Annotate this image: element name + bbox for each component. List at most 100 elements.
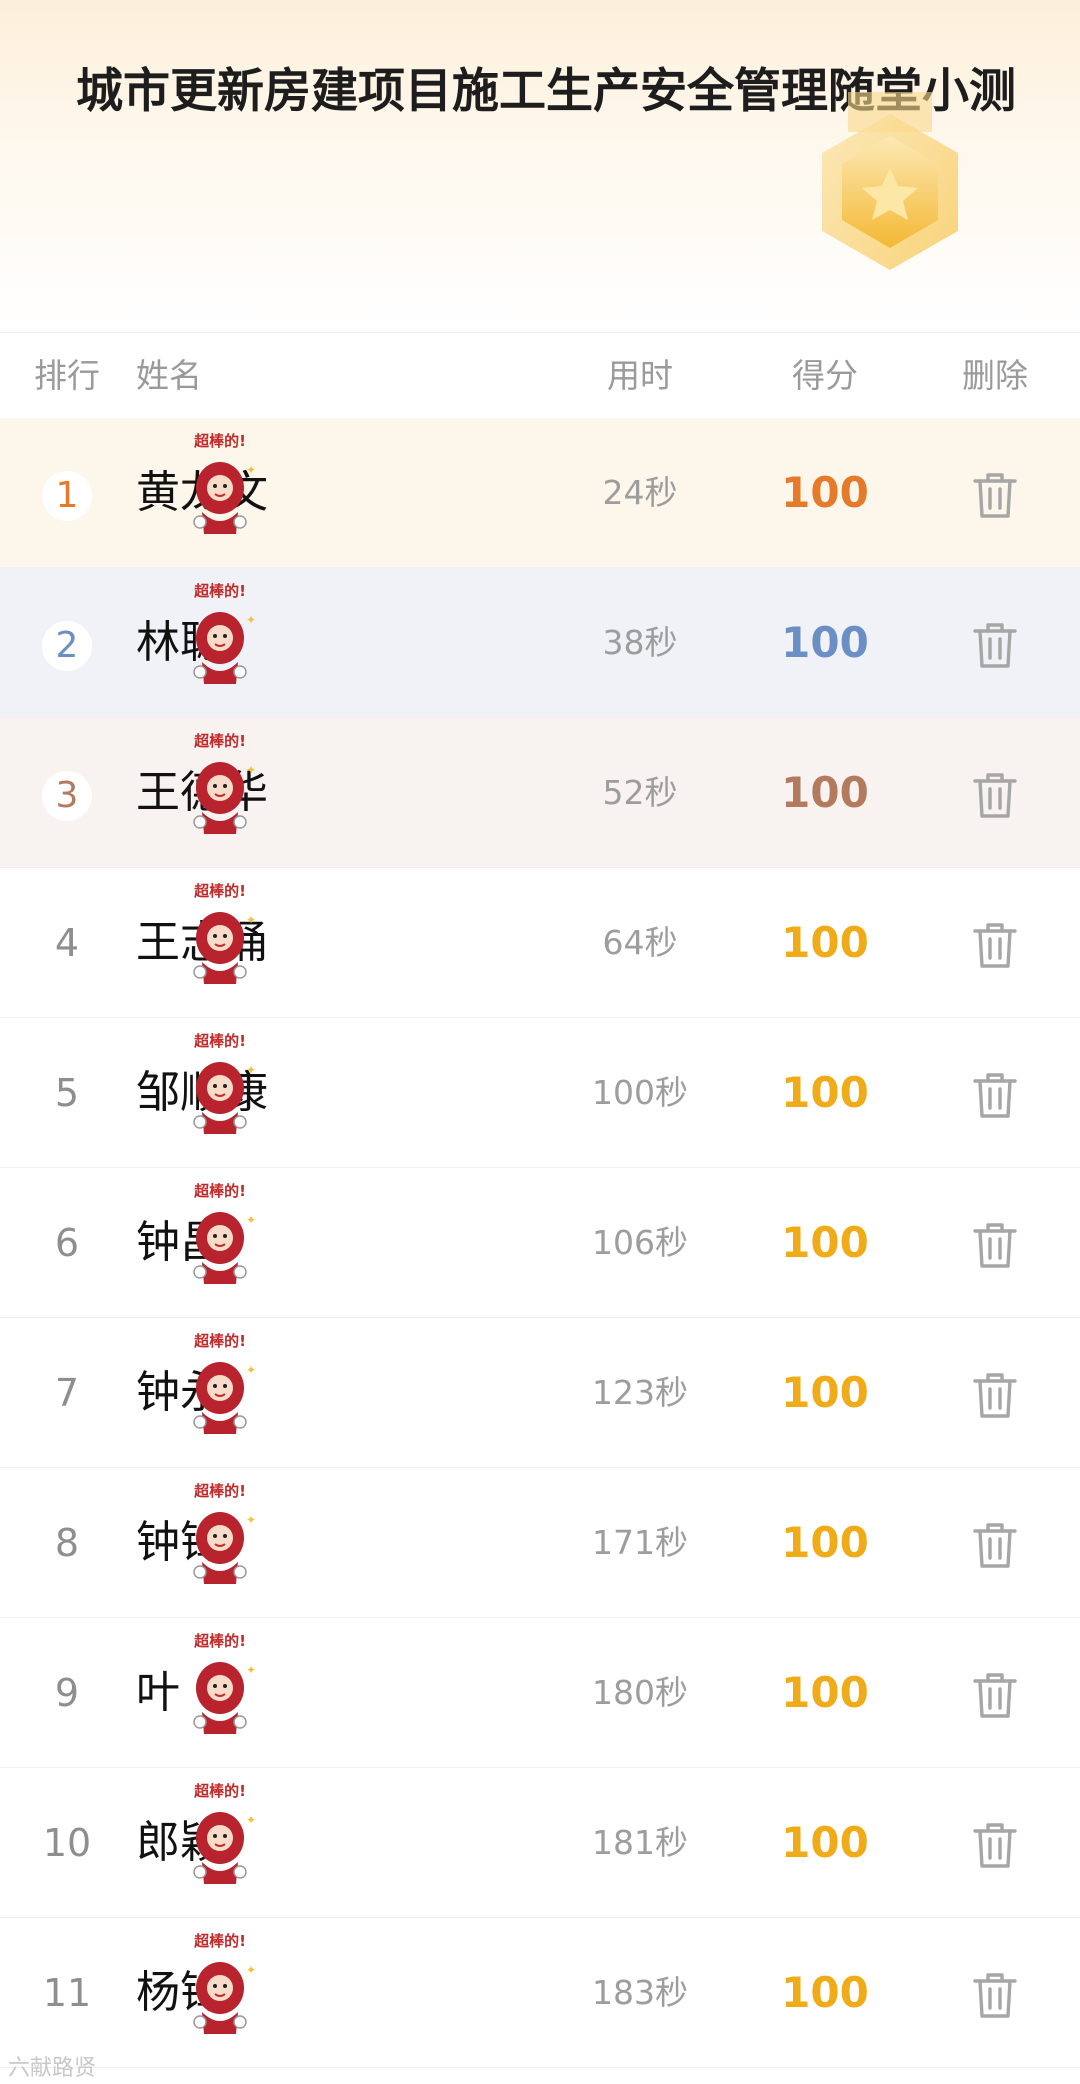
participant-name: 钟锋 超棒的! ✦ (136, 1468, 256, 1618)
participant-name: 钟永 超棒的! ✦ (136, 1318, 256, 1468)
rank-number: 3 (42, 770, 92, 821)
rank-cell: 1 (0, 418, 134, 568)
rank-number: 2 (42, 620, 92, 671)
svg-text:✦: ✦ (246, 913, 256, 927)
header-name: 姓名 (136, 356, 202, 395)
mascot-sticker: 超棒的!✦ (193, 732, 256, 834)
score-cell: 100 (781, 1818, 869, 1867)
mascot-sticker: 超棒的!✦ (193, 1932, 256, 2034)
table-header: 排行 姓名 用时 得分 删除 (0, 332, 1080, 418)
score-cell: 100 (781, 1368, 869, 1417)
svg-text:✦: ✦ (246, 1213, 256, 1227)
rank-number: 6 (54, 1221, 80, 1265)
participant-name: 王志涌超棒的!✦ (136, 868, 268, 1018)
time-cell: 180秒 (592, 1673, 688, 1712)
svg-text:超棒的!: 超棒的! (193, 1632, 246, 1650)
trash-icon[interactable] (970, 920, 1020, 970)
header-score: 得分 (792, 356, 858, 395)
participant-name: 王德华超棒的!✦ (136, 718, 268, 868)
header-rank: 排行 (34, 356, 100, 395)
trash-icon[interactable] (970, 1520, 1020, 1570)
header-banner: 城市更新房建项目施工生产安全管理随堂小测 (0, 0, 1080, 332)
participant-name: 邹顺康超棒的!✦ (136, 1018, 268, 1168)
score-cell: 100 (781, 768, 869, 817)
score-cell: 100 (781, 1668, 869, 1717)
table-row: 5 邹顺康超棒的!✦ 100秒 100 (0, 1018, 1080, 1168)
mascot-sticker: 超棒的!✦ (193, 432, 256, 534)
mascot-sticker: 超棒的!✦ (193, 882, 256, 984)
trash-icon[interactable] (970, 1370, 1020, 1420)
trash-icon[interactable] (970, 470, 1020, 520)
svg-text:✦: ✦ (246, 1063, 256, 1077)
time-cell: 100秒 (592, 1073, 688, 1112)
time-cell: 181秒 (592, 1823, 688, 1862)
mascot-sticker: 超棒的!✦ (193, 1632, 256, 1734)
table-row: 10 郎颖 超棒的! ✦ 181秒 100 (0, 1768, 1080, 1918)
participant-name: 林聪 超棒的! ✦ (136, 568, 256, 718)
rank-number: 4 (54, 921, 80, 965)
trash-icon[interactable] (970, 770, 1020, 820)
score-cell: 100 (781, 1218, 869, 1267)
svg-text:✦: ✦ (246, 763, 256, 777)
time-cell: 106秒 (592, 1223, 688, 1262)
mascot-sticker: 超棒的!✦ (193, 1182, 256, 1284)
rank-number: 7 (54, 1371, 80, 1415)
table-row: 6 钟昌 超棒的! ✦ 106秒 100 (0, 1168, 1080, 1318)
svg-text:超棒的!: 超棒的! (193, 1782, 246, 1800)
svg-text:超棒的!: 超棒的! (193, 732, 246, 750)
participant-name: 杨锋 超棒的! ✦ (136, 1918, 256, 2068)
ranking-list: 1 黄龙文超棒的!✦ 24秒 100 2 林聪超棒的!✦ 38秒 100 3 王… (0, 418, 1080, 2068)
svg-text:✦: ✦ (246, 1363, 256, 1377)
svg-text:✦: ✦ (246, 1963, 256, 1977)
table-row: 2 林聪 超棒的! ✦ 38秒 100 (0, 568, 1080, 718)
svg-text:✦: ✦ (246, 1513, 256, 1527)
mascot-sticker: 超棒的!✦ (193, 582, 256, 684)
table-row: 9 叶超棒的! ✦ 180秒 100 (0, 1618, 1080, 1768)
mascot-sticker: 超棒的!✦ (193, 1482, 256, 1584)
mascot-sticker: 超棒的!✦ (193, 1332, 256, 1434)
rank-number: 5 (54, 1071, 80, 1115)
svg-text:✦: ✦ (246, 463, 256, 477)
mascot-sticker: 超棒的!✦ (193, 1782, 256, 1884)
score-cell: 100 (781, 618, 869, 667)
header-time: 用时 (607, 356, 673, 395)
trash-icon[interactable] (970, 1670, 1020, 1720)
svg-text:超棒的!: 超棒的! (193, 1182, 246, 1200)
table-row: 7 钟永 超棒的! ✦ 123秒 100 (0, 1318, 1080, 1468)
time-cell: 123秒 (592, 1373, 688, 1412)
svg-text:超棒的!: 超棒的! (193, 1032, 246, 1050)
svg-text:超棒的!: 超棒的! (193, 582, 246, 600)
rank-number: 11 (42, 1971, 92, 2015)
score-cell: 100 (781, 468, 869, 517)
score-cell: 100 (781, 1968, 869, 2017)
trash-icon[interactable] (970, 1820, 1020, 1870)
table-row: 11 杨锋 超棒的! ✦ 183秒 100 (0, 1918, 1080, 2068)
rank-number: 9 (54, 1671, 80, 1715)
table-row: 4 王志涌超棒的!✦ 64秒 100 (0, 868, 1080, 1018)
score-cell: 100 (781, 1518, 869, 1567)
watermark: 六献路贤 (8, 2056, 97, 2081)
table-row: 1 黄龙文超棒的!✦ 24秒 100 (0, 418, 1080, 568)
rank-number: 8 (54, 1521, 80, 1565)
trash-icon[interactable] (970, 620, 1020, 670)
svg-text:超棒的!: 超棒的! (193, 1332, 246, 1350)
svg-text:✦: ✦ (246, 1663, 256, 1677)
participant-name: 钟昌 超棒的! ✦ (136, 1168, 256, 1318)
header-delete: 删除 (962, 356, 1028, 395)
participant-name: 郎颖 超棒的! ✦ (136, 1768, 256, 1918)
rank-cell: 2 (0, 568, 134, 718)
svg-text:✦: ✦ (246, 613, 256, 627)
time-cell: 52秒 (602, 773, 678, 812)
svg-text:超棒的!: 超棒的! (193, 1932, 246, 1950)
star-badge-icon (822, 92, 958, 270)
trash-icon[interactable] (970, 1220, 1020, 1270)
trash-icon[interactable] (970, 1070, 1020, 1120)
table-row: 8 钟锋 超棒的! ✦ 171秒 100 (0, 1468, 1080, 1618)
participant-name: 黄龙文超棒的!✦ (136, 418, 268, 568)
time-cell: 183秒 (592, 1973, 688, 2012)
participant-name: 叶超棒的! ✦ (136, 1618, 256, 1768)
svg-text:超棒的!: 超棒的! (193, 882, 246, 900)
score-cell: 100 (781, 918, 869, 967)
trash-icon[interactable] (970, 1970, 1020, 2020)
time-cell: 38秒 (602, 623, 678, 662)
